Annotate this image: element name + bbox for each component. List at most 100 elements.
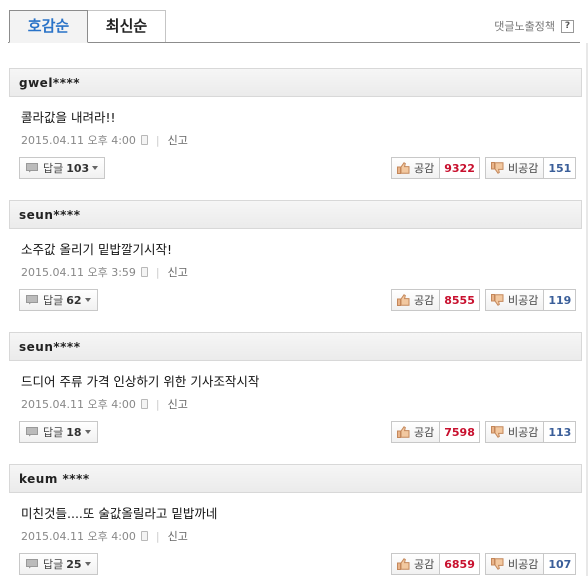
dislike-count: 151 [544,157,577,179]
report-link[interactable]: 신고 [168,132,188,148]
tab-divider [8,42,580,43]
dislike-group: 비공감 113 [485,421,577,443]
thumbs-down-icon [491,426,504,438]
thumbs-up-icon [397,162,410,174]
reply-label: 답글 [43,162,64,175]
comment-meta: 2015.04.11 오후 4:00 | 신고 [21,396,188,412]
dislike-button[interactable]: 비공감 [485,289,545,311]
comment-date: 2015.04.11 오후 4:00 [21,398,136,411]
speech-bubble-icon [26,427,38,437]
mobile-icon [140,399,148,409]
reply-button[interactable]: 답글 25 [19,553,98,575]
reply-count: 62 [66,293,82,307]
help-icon[interactable]: ? [561,19,574,33]
dislike-label: 비공감 [508,558,539,571]
speech-bubble-icon [26,163,38,173]
comment-meta: 2015.04.11 오후 3:59 | 신고 [21,264,188,280]
like-group: 공감 7598 [391,421,480,443]
divider: | [155,265,160,279]
comment-username[interactable]: seun**** [19,340,80,354]
report-link[interactable]: 신고 [168,264,188,280]
comment-meta: 2015.04.11 오후 4:00 | 신고 [21,528,188,544]
comment-meta: 2015.04.11 오후 4:00 | 신고 [21,132,188,148]
dislike-button[interactable]: 비공감 [485,157,545,179]
reply-label: 답글 [43,294,64,307]
dislike-button[interactable]: 비공감 [485,421,545,443]
divider: | [155,529,160,543]
comment-username[interactable]: keum **** [19,472,90,486]
dislike-count: 113 [544,421,577,443]
mobile-icon [140,531,148,541]
like-count: 8555 [440,289,480,311]
like-count: 7598 [440,421,480,443]
dislike-label: 비공감 [508,162,539,175]
speech-bubble-icon [26,559,38,569]
like-label: 공감 [414,294,435,307]
comment-date: 2015.04.11 오후 3:59 [21,266,136,279]
divider: | [155,133,160,147]
comment-header: keum **** [9,464,582,493]
comment-header: seun**** [9,200,582,229]
comment-username[interactable]: seun**** [19,208,80,222]
like-group: 공감 8555 [391,289,480,311]
comment-item: keum **** 미친것들....또 술값올릴라고 밑밥까네 2015.04.… [9,464,582,576]
reply-label: 답글 [43,558,64,571]
like-label: 공감 [414,558,435,571]
report-link[interactable]: 신고 [168,396,188,412]
thumbs-down-icon [491,162,504,174]
dislike-count: 119 [544,289,577,311]
comment-header: gwel**** [9,68,582,97]
speech-bubble-icon [26,295,38,305]
comment-policy-link[interactable]: 댓글노출정책 ? [494,18,574,34]
dislike-button[interactable]: 비공감 [485,553,545,575]
like-group: 공감 6859 [391,553,480,575]
chevron-down-icon [92,166,99,170]
reply-count: 103 [66,161,90,175]
like-group: 공감 9322 [391,157,480,179]
like-button[interactable]: 공감 [391,553,441,575]
reply-label: 답글 [43,426,64,439]
thumbs-up-icon [397,294,410,306]
dislike-group: 비공감 151 [485,157,577,179]
thumbs-down-icon [491,558,504,570]
comment-header: seun**** [9,332,582,361]
thumbs-up-icon [397,558,410,570]
thumbs-down-icon [491,294,504,306]
comment-text: 미친것들....또 술값올릴라고 밑밥까네 [21,506,218,521]
like-count: 9322 [440,157,480,179]
comment-item: gwel**** 콜라값을 내려라!! 2015.04.11 오후 4:00 |… [9,68,582,200]
dislike-group: 비공감 119 [485,289,577,311]
reply-button[interactable]: 답글 62 [19,289,98,311]
sort-tabs: 호감순 최신순 댓글노출정책 ? [0,0,588,43]
comment-text: 콜라값을 내려라!! [21,110,116,125]
dislike-count: 107 [544,553,577,575]
mobile-icon [140,135,148,145]
reply-count: 18 [66,425,82,439]
policy-label: 댓글노출정책 [494,20,555,33]
chevron-down-icon [84,298,91,302]
dislike-label: 비공감 [508,426,539,439]
reply-button[interactable]: 답글 103 [19,157,106,179]
like-button[interactable]: 공감 [391,421,441,443]
reply-button[interactable]: 답글 18 [19,421,98,443]
tab-popular[interactable]: 호감순 [9,10,88,43]
thumbs-up-icon [397,426,410,438]
report-link[interactable]: 신고 [168,528,188,544]
like-label: 공감 [414,162,435,175]
tab-latest[interactable]: 최신순 [87,10,166,43]
comment-item: seun**** 드디어 주류 가격 인상하기 위한 기사조작시작 2015.0… [9,332,582,464]
like-button[interactable]: 공감 [391,157,441,179]
comment-date: 2015.04.11 오후 4:00 [21,530,136,543]
comment-text: 드디어 주류 가격 인상하기 위한 기사조작시작 [21,374,260,389]
comment-username[interactable]: gwel**** [19,76,80,90]
divider: | [155,397,160,411]
chevron-down-icon [84,430,91,434]
chevron-down-icon [84,562,91,566]
dislike-group: 비공감 107 [485,553,577,575]
comment-text: 소주값 올리기 밑밥깔기시작! [21,242,172,257]
like-button[interactable]: 공감 [391,289,441,311]
comment-item: seun**** 소주값 올리기 밑밥깔기시작! 2015.04.11 오후 3… [9,200,582,332]
mobile-icon [140,267,148,277]
reply-count: 25 [66,557,82,571]
like-count: 6859 [440,553,480,575]
